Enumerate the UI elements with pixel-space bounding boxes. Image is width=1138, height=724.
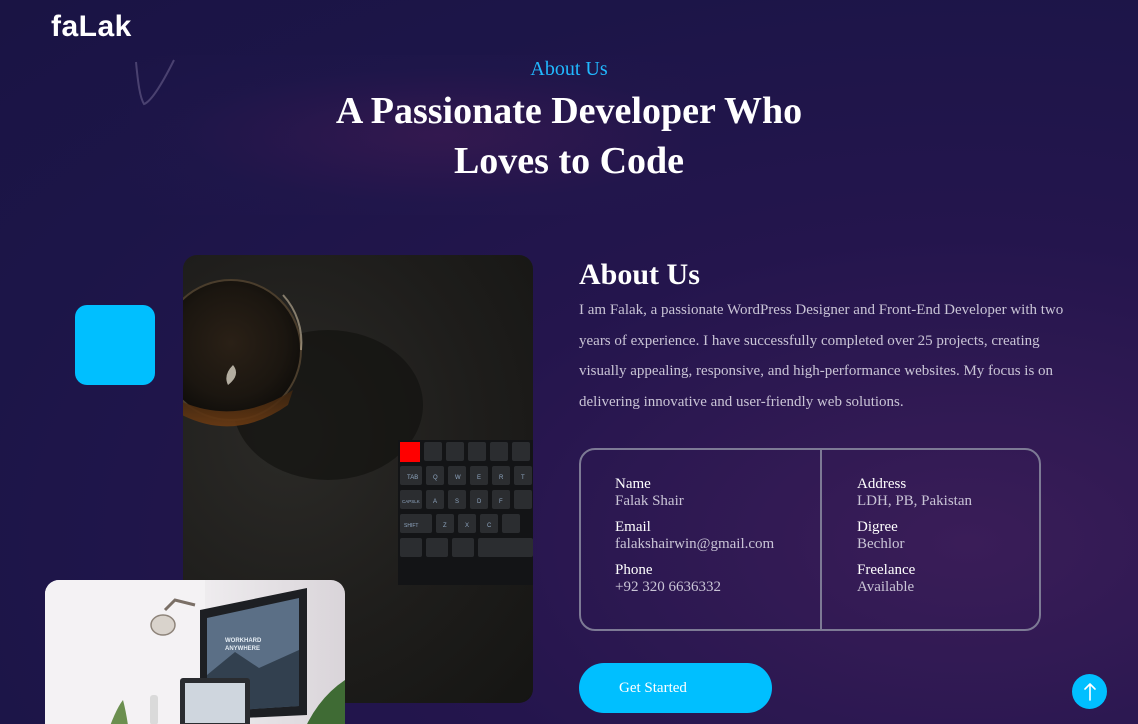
- info-label-phone: Phone: [615, 562, 653, 578]
- page-title-line-1: A Passionate Developer Who: [335, 90, 803, 132]
- info-value-address: LDH, PB, Pakistan: [857, 493, 973, 509]
- key-label-capslock: CAPSLK: [402, 499, 420, 504]
- monitor-text-line-2: ANYWHERE: [225, 646, 260, 652]
- keyboard-row-1: [424, 442, 530, 461]
- info-value-email[interactable]: falakshairwin@gmail.com: [615, 535, 774, 553]
- info-item-freelance: Freelance Available: [857, 562, 972, 605]
- section-eyebrow: About Us: [530, 58, 608, 80]
- laptop-display: [185, 683, 245, 723]
- info-card-divider: [820, 450, 822, 629]
- arrow-up-icon: [1083, 682, 1096, 701]
- key-label-s: S: [455, 499, 459, 505]
- scroll-to-top-button[interactable]: [1072, 674, 1107, 709]
- page-title-line-2: Loves to Code: [453, 140, 685, 182]
- key-label-w: W: [455, 475, 461, 481]
- keyboard-esc-key: [400, 442, 420, 462]
- info-value-degree: Bechlor: [857, 536, 905, 552]
- info-item-address: Address LDH, PB, Pakistan: [857, 476, 972, 519]
- key-label-t: T: [521, 475, 525, 481]
- info-value-freelance: Available: [857, 579, 915, 595]
- accent-square-decoration: [75, 305, 155, 385]
- keyboard: TAB Q W E R T CAPSLK A S D F SHIFT Z X C: [398, 440, 533, 585]
- lamp-head: [150, 614, 176, 636]
- water-bottle: [150, 695, 158, 724]
- info-label-address: Address: [857, 476, 907, 492]
- info-label-degree: Digree: [857, 519, 898, 535]
- info-label-email: Email: [615, 519, 651, 535]
- key-label-x: X: [465, 523, 469, 529]
- monitor-text-line-1: WORKHARD: [225, 638, 262, 644]
- info-item-name: Name Falak Shair: [615, 476, 774, 519]
- get-started-button[interactable]: Get Started: [579, 663, 772, 713]
- info-item-degree: Digree Bechlor: [857, 519, 972, 562]
- key-label-c: C: [487, 523, 492, 529]
- key-label-q: Q: [433, 475, 438, 481]
- key-label-a: A: [433, 499, 437, 505]
- key-label-f: F: [499, 499, 503, 505]
- key-label-shift: SHIFT: [404, 523, 418, 529]
- info-item-phone: Phone +92 320 6636332: [615, 562, 774, 605]
- info-item-email: Email falakshairwin@gmail.com: [615, 519, 774, 562]
- workspace-illustration: WORKHARD ANYWHERE: [45, 580, 345, 724]
- about-paragraph: I am Falak, a passionate WordPress Desig…: [579, 302, 1064, 410]
- info-value-name: Falak Shair: [615, 493, 684, 509]
- info-value-phone[interactable]: +92 320 6636332: [615, 578, 774, 596]
- site-logo[interactable]: faLak: [51, 10, 132, 44]
- info-column-right: Address LDH, PB, Pakistan Digree Bechlor…: [857, 476, 972, 605]
- key-label-z: Z: [443, 523, 447, 529]
- key-label-d: D: [477, 499, 482, 505]
- workspace-monitor-photo: WORKHARD ANYWHERE: [45, 580, 345, 724]
- about-heading: About Us: [579, 258, 700, 291]
- keyboard-row-5: [400, 538, 533, 557]
- key-label-r: R: [499, 475, 504, 481]
- info-label-name: Name: [615, 476, 651, 492]
- info-column-left: Name Falak Shair Email falakshairwin@gma…: [615, 476, 774, 605]
- info-label-freelance: Freelance: [857, 562, 916, 578]
- page-title: A Passionate Developer Who Loves to Code: [0, 86, 1138, 186]
- key-label-tab: TAB: [407, 475, 418, 481]
- key-label-e: E: [477, 475, 481, 481]
